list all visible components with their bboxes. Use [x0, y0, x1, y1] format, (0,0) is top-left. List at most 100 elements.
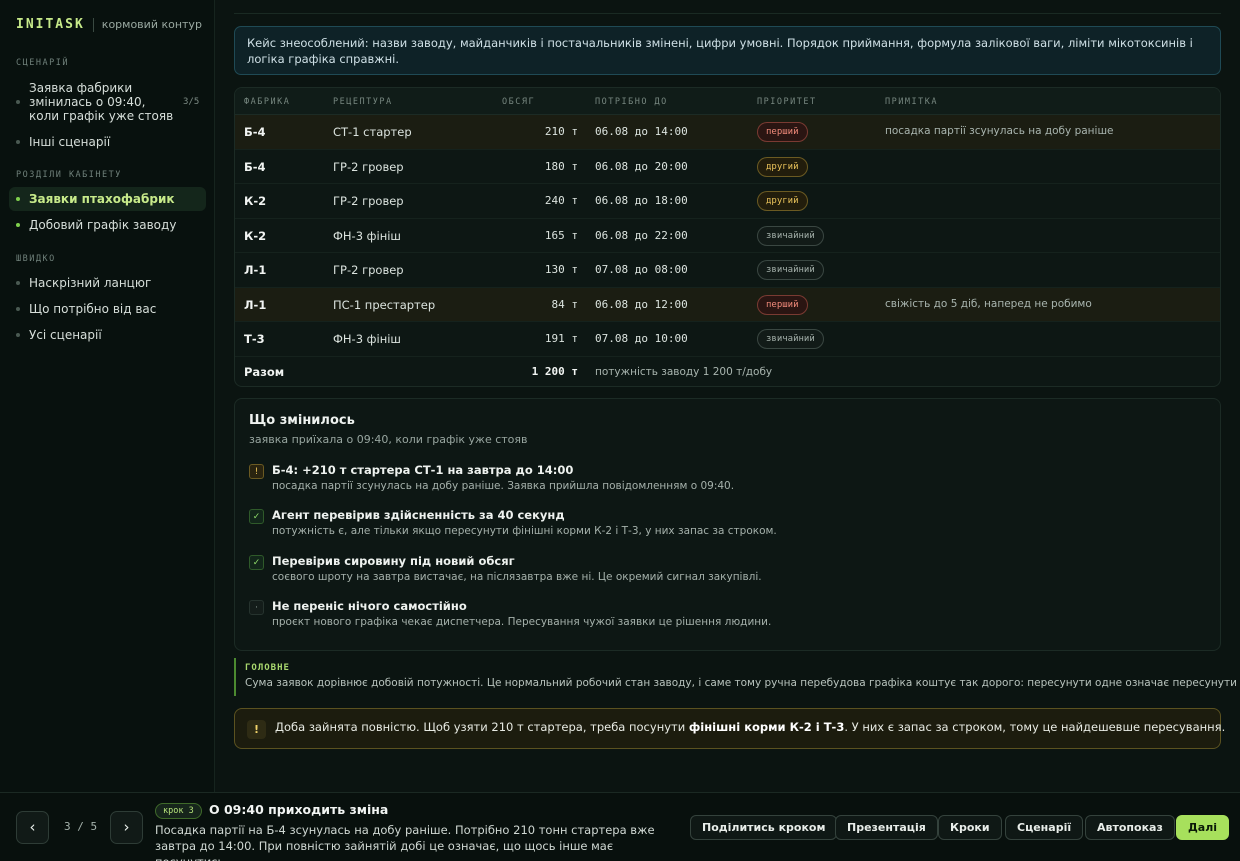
total-label: Разом	[244, 365, 285, 379]
cell-factory: Б-4	[244, 159, 266, 174]
priority-badge: другий	[757, 156, 808, 177]
priority-badge: другий	[757, 191, 808, 211]
sidebar-item-label: Заявки птахофабрик	[29, 192, 175, 206]
sidebar-item-label: Що потрібно від вас	[29, 302, 157, 316]
sidebar-item-current-scenario[interactable]: Заявка фабрики змінилась о 09:40, коли г…	[16, 81, 200, 123]
table-total-row: Разом 1 200 т потужність заводу 1 200 т/…	[235, 359, 1220, 386]
anonymized-notice: Кейс знеособлений: назви заводу, майданч…	[234, 26, 1221, 75]
priority-badge: перший	[757, 122, 808, 142]
event-title: Перевірив сировину під новий обсяг	[272, 554, 515, 568]
dot-icon: ·	[249, 600, 264, 615]
sidebar-item-all-scenarios[interactable]: Усі сценарії	[16, 328, 102, 342]
bullet-icon	[16, 223, 20, 227]
event-description: соєвого шроту на завтра вистачає, на піс…	[272, 571, 762, 583]
brand-subtitle: кормовий контур	[101, 18, 202, 31]
total-volume: 1 200 т	[531, 365, 578, 378]
bullet-icon	[16, 333, 20, 337]
cell-factory: Л-1	[244, 263, 267, 277]
column-header: ПРИМІТКА	[885, 97, 938, 107]
step-description: Посадка партії на Б-4 зсунулась на добу …	[155, 823, 655, 861]
scenario-counter: 3/5	[183, 97, 200, 107]
sidebar-item-chain[interactable]: Наскрізний ланцюг	[16, 276, 151, 290]
cell-recipe: ГР-2 гровер	[333, 159, 404, 174]
share-step-button[interactable]: Поділитись кроком	[690, 815, 838, 840]
sidebar-item-daily-schedule[interactable]: Добовий графік заводу	[16, 218, 176, 232]
table-row[interactable]: Т-3 ФН-3 фініш 191 т 07.08 до 10:00 звичайни…	[235, 322, 1220, 357]
cell-factory: Т-3	[244, 332, 265, 346]
table-row[interactable]: Л-1 ГР-2 гровер 130 т 07.08 до 08:00 звичайн…	[235, 253, 1220, 288]
cell-due: 06.08 до 20:00	[595, 159, 688, 173]
priority-badge: звичайний	[757, 329, 824, 349]
warning-callout: ! Доба зайнята повністю. Щоб узяти 210 т…	[234, 708, 1225, 749]
callout-text-part: . У них є запас за строком, тому це найд…	[844, 720, 1226, 734]
divider	[234, 13, 1221, 14]
event-description: потужність є, але тільки якщо пересунути…	[272, 525, 777, 537]
scenarios-button[interactable]: Сценарії	[1005, 815, 1084, 840]
sidebar-item-label: Усі сценарії	[29, 328, 102, 342]
event-title: Не переніс нічого самостійно	[272, 599, 467, 613]
sidebar-item-label: Добовий графік заводу	[29, 218, 177, 232]
table-row[interactable]: К-2 ФН-3 фініш 165 т 06.08 до 22:00 звичайни…	[235, 219, 1220, 253]
cell-factory: К-2	[244, 194, 267, 208]
cell-factory: К-2	[244, 228, 267, 243]
prev-step-button[interactable]: ‹	[16, 811, 49, 844]
cell-due: 06.08 до 14:00	[595, 125, 688, 138]
event-description: посадка партії зсунулась на добу раніше.…	[272, 480, 735, 492]
column-header: РЕЦЕПТУРА	[333, 97, 393, 107]
callout-text-part: Доба зайнята повністю. Щоб узяти 210 т с…	[275, 720, 689, 734]
event-title: Б-4: +210 т стартера СТ-1 на завтра до 1…	[272, 463, 574, 477]
cell-recipe: ГР-2 гровер	[333, 194, 404, 208]
bullet-icon	[16, 307, 20, 311]
brand-divider	[92, 17, 94, 32]
changes-subtitle: заявка приїхала о 09:40, коли графік уже…	[249, 433, 528, 446]
step-badge: крок 3	[155, 803, 202, 819]
table-row[interactable]: Б-4 СТ-1 стартер 210 т 06.08 до 14:00 перший…	[235, 115, 1220, 150]
step-title: О 09:40 приходить зміна	[209, 802, 389, 817]
steps-button[interactable]: Кроки	[938, 815, 1002, 840]
sidebar-item-label: Наскрізний ланцюг	[29, 276, 152, 290]
sidebar-item-farm-requests[interactable]: Заявки птахофабрик	[9, 187, 206, 211]
check-icon: ✓	[249, 555, 264, 570]
column-header: ФАБРИКА	[244, 97, 291, 107]
cell-volume: 240 т	[544, 194, 578, 207]
table-row[interactable]: Б-4 ГР-2 гровер 180 т 06.08 до 20:00 другий	[235, 150, 1220, 184]
callout-emphasis: фінішні корми К-2 і Т-3	[688, 720, 845, 734]
table-row[interactable]: К-2 ГР-2 гровер 240 т 06.08 до 18:00 другий	[235, 184, 1220, 219]
step-pager: 3 / 5	[64, 820, 98, 833]
cell-volume: 130 т	[544, 263, 578, 276]
brand[interactable]: INITASK кормовий контур	[16, 17, 202, 32]
sidebar-item-other-scenarios[interactable]: Інші сценарії	[16, 135, 110, 149]
sidebar-item-what-needed[interactable]: Що потрібно від вас	[16, 302, 156, 316]
autoplay-button[interactable]: Автопоказ	[1085, 815, 1175, 840]
requests-table: ФАБРИКА РЕЦЕПТУРА ОБСЯГ ПОТРІБНО ДО ПРІО…	[234, 87, 1221, 387]
event-description: проєкт нового графіка чекає диспетчера. …	[272, 616, 772, 628]
cell-volume: 191 т	[544, 332, 578, 345]
changes-title: Що змінилось	[249, 413, 355, 428]
cell-recipe: ГР-2 гровер	[333, 263, 404, 277]
column-header: ПРІОРИТЕТ	[757, 97, 817, 107]
cell-volume: 84 т	[551, 297, 579, 311]
changes-panel: Що змінилось заявка приїхала о 09:40, ко…	[234, 398, 1221, 651]
cell-volume: 210 т	[544, 125, 578, 138]
sidebar: INITASK кормовий контур СЦЕНАРІЙ Заявка …	[0, 0, 215, 792]
check-icon: ✓	[249, 509, 264, 524]
warning-icon: !	[247, 720, 266, 739]
key-point-text: Сума заявок дорівнює добовій потужності.…	[245, 677, 1240, 689]
priority-badge: звичайний	[757, 260, 824, 280]
sidebar-item-label: Інші сценарії	[29, 135, 111, 149]
cell-note: посадка партії зсунулась на добу раніше	[885, 125, 1114, 137]
cell-factory: Л-1	[244, 297, 267, 312]
presentation-button[interactable]: Презентація	[835, 815, 938, 840]
next-button[interactable]: Далі	[1176, 815, 1230, 840]
table-row[interactable]: Л-1 ПС-1 престартер 84 т 06.08 до 12:00 перш…	[235, 287, 1220, 322]
table-header: ФАБРИКА РЕЦЕПТУРА ОБСЯГ ПОТРІБНО ДО ПРІО…	[235, 88, 1220, 115]
bullet-icon	[16, 197, 20, 201]
bullet-icon	[16, 281, 20, 285]
cell-recipe: ФН-3 фініш	[333, 228, 401, 243]
cell-due: 07.08 до 08:00	[595, 263, 688, 276]
bullet-icon	[16, 100, 20, 104]
cell-factory: Б-4	[244, 125, 266, 139]
next-step-arrow-button[interactable]: ›	[110, 811, 143, 844]
bullet-icon	[16, 140, 20, 144]
section-label-cabinet: РОЗДІЛИ КАБІНЕТУ	[16, 170, 122, 180]
